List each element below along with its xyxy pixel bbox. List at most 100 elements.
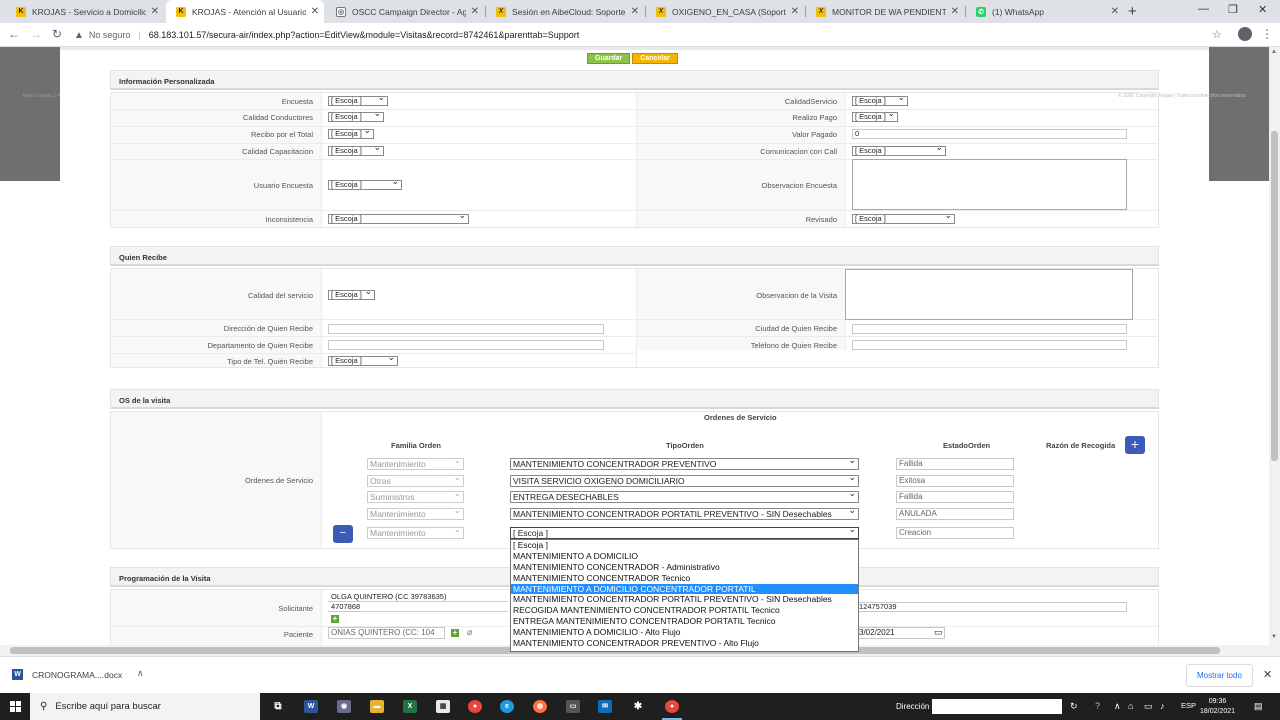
browser-tab[interactable]: K KROJAS - Servicio a Domicilio - ✕ <box>6 0 164 23</box>
familia-orden-select[interactable]: Otras <box>367 475 464 487</box>
browser-tab[interactable]: X MONITOR DE WA PENDIENTES ✕ <box>806 0 964 23</box>
estado-orden-field[interactable]: Fallida <box>896 458 1014 470</box>
firefox-icon[interactable]: ◍ <box>533 700 547 713</box>
revisado-select[interactable]: [ Escoja ] <box>852 214 955 224</box>
close-icon[interactable]: ✕ <box>1111 6 1119 17</box>
close-icon[interactable]: ✕ <box>151 6 159 17</box>
task-view-icon[interactable]: ⧉ <box>271 700 285 713</box>
familia-orden-select[interactable]: Mantenimiento <box>367 458 464 470</box>
windows-start-icon[interactable] <box>10 701 21 712</box>
close-icon[interactable]: ✕ <box>951 6 959 17</box>
save-button[interactable]: Guardar <box>587 53 631 64</box>
estado-orden-field[interactable]: Exitosa <box>896 475 1014 487</box>
vertical-scrollbar[interactable]: ▲ ▼ <box>1269 47 1280 656</box>
tipo-orden-select[interactable]: MANTENIMIENTO CONCENTRADOR PORTATIL PREV… <box>510 508 859 520</box>
paciente-input[interactable]: ONIAS QUINTERO (CC: 104 <box>328 627 445 639</box>
reload-icon[interactable]: ↻ <box>52 27 62 41</box>
tipo-orden-select-open[interactable]: [ Escoja ] <box>510 527 859 539</box>
dropdown-option[interactable]: MANTENIMIENTO CONCENTRADOR PREVENTIVO - … <box>511 638 858 649</box>
realizo-pago-select[interactable]: [ Escoja ] <box>852 112 898 122</box>
clear-paciente-icon[interactable]: ⌀ <box>467 627 472 638</box>
chevron-up-icon[interactable]: ∧ <box>137 668 144 679</box>
tipo-orden-select[interactable]: MANTENIMIENTO CONCENTRADOR PREVENTIVO <box>510 458 859 470</box>
usuario-encuesta-select[interactable]: [ Escoja ] <box>328 180 402 190</box>
calidad-conductores-select[interactable]: [ Escoja ] <box>328 112 384 122</box>
address-bar[interactable]: ▲ No seguro | 68.183.101.57/secura-air/i… <box>74 26 1204 44</box>
show-all-downloads-button[interactable]: Mostrar todo <box>1186 664 1253 687</box>
vertical-scroll-thumb[interactable] <box>1271 131 1278 461</box>
calidad-servicio-select[interactable]: [ Escoja ] <box>852 96 908 106</box>
tray-chevron-icon[interactable]: ∧ <box>1114 701 1121 712</box>
right-phone-field[interactable]: 124757039 <box>857 602 1127 612</box>
download-file-name[interactable]: CRONOGRAMA....docx <box>32 670 122 680</box>
restore-icon[interactable]: ❐ <box>1228 3 1238 16</box>
dropdown-option[interactable]: MANTENIMIENTO CONCENTRADOR PORTATIL PREV… <box>511 594 858 605</box>
taskbar-search[interactable]: ⚲ Escribe aquí para buscar <box>30 693 260 720</box>
excel-icon[interactable]: X <box>403 700 417 713</box>
inconsistencia-select[interactable]: [ Escoja ] <box>328 214 469 224</box>
battery-icon[interactable]: ▭ <box>1144 701 1153 712</box>
calidad-capacitacion-select[interactable]: [ Escoja ] <box>328 146 384 156</box>
minimize-icon[interactable]: — <box>1198 3 1209 15</box>
dropdown-option[interactable]: [ Escoja ] <box>511 540 858 551</box>
comunicacion-call-select[interactable]: [ Escoja ] <box>852 146 946 156</box>
browser-tab-active[interactable]: K KROJAS - Atención al Usuario - ✕ <box>166 0 324 23</box>
familia-orden-select[interactable]: Suministros <box>367 491 464 503</box>
scroll-up-icon[interactable]: ▲ <box>1271 49 1277 55</box>
close-icon[interactable]: ✕ <box>471 6 479 17</box>
forward-icon[interactable]: → <box>30 27 42 41</box>
window-close-icon[interactable]: ✕ <box>1258 3 1267 16</box>
familia-orden-select[interactable]: Mantenimiento <box>367 527 464 539</box>
direccion-input[interactable] <box>328 324 604 334</box>
close-icon[interactable]: ✕ <box>791 6 799 17</box>
back-icon[interactable]: ← <box>8 27 20 41</box>
tipo-tel-select[interactable]: [ Escoja ] <box>328 356 398 366</box>
browser-tab[interactable]: ✆ (1) WhatsApp ✕ <box>966 0 1124 23</box>
store-icon[interactable]: ▦ <box>436 700 450 713</box>
add-paciente-icon[interactable]: + <box>451 629 459 637</box>
encuesta-select[interactable]: [ Escoja ] <box>328 96 388 106</box>
close-download-bar-icon[interactable]: ✕ <box>1263 668 1272 681</box>
word-icon[interactable]: W <box>304 700 318 713</box>
account-avatar[interactable] <box>1238 27 1252 41</box>
dropdown-option-highlighted[interactable]: MANTENIMIENTO A DOMICILIO CONCENTRADOR P… <box>511 583 858 595</box>
observacion-encuesta-textarea[interactable] <box>852 159 1127 210</box>
browser-tab[interactable]: X Sesión en AibeCloud: Soporte di ✕ <box>486 0 644 23</box>
calidad-del-servicio-select[interactable]: [ Escoja ] <box>328 290 375 300</box>
tipo-orden-select[interactable]: ENTREGA DESECHABLES <box>510 491 859 503</box>
close-icon[interactable]: ✕ <box>311 6 319 17</box>
file-explorer-icon[interactable]: ▬ <box>370 700 384 713</box>
dropdown-option[interactable]: MANTENIMIENTO CONCENTRADOR Tecnico <box>511 573 858 584</box>
tipo-orden-select[interactable]: VISITA SERVICIO OXIGENO DOMICILIARIO <box>510 475 859 487</box>
chrome-icon[interactable]: ● <box>468 700 482 713</box>
familia-orden-select[interactable]: Mantenimiento <box>367 508 464 520</box>
scroll-down-icon[interactable]: ▼ <box>1271 634 1277 640</box>
notifications-icon[interactable]: ▤ <box>1254 701 1263 712</box>
add-solicitante-icon[interactable]: + <box>331 615 339 623</box>
new-tab-button[interactable]: + <box>1128 3 1137 20</box>
dropdown-option[interactable]: MANTENIMIENTO CONCENTRADOR - Administrat… <box>511 562 858 573</box>
fecha-input[interactable]: 3/02/2021 <box>857 627 945 639</box>
dropdown-option[interactable]: ENTREGA MANTENIMIENTO CONCENTRADOR PORTA… <box>511 616 858 627</box>
estado-orden-field[interactable]: Creacion <box>896 527 1014 539</box>
volume-icon[interactable]: ♪ <box>1160 701 1165 711</box>
app-icon[interactable]: ✱ <box>631 700 645 713</box>
taskbar-clock[interactable]: 09:36 18/02/2021 <box>1200 697 1235 717</box>
observacion-visita-textarea[interactable] <box>845 269 1133 320</box>
bookmark-star-icon[interactable]: ☆ <box>1212 28 1222 41</box>
menu-kebab-icon[interactable]: ⋮ <box>1261 27 1273 41</box>
estado-orden-field[interactable]: Fallida <box>896 491 1014 503</box>
language-indicator[interactable]: ESP <box>1181 701 1196 710</box>
app-icon[interactable]: ▭ <box>566 700 580 713</box>
network-icon[interactable]: ⌂ <box>1128 701 1133 711</box>
address-toolbar-input[interactable] <box>932 699 1062 714</box>
browser-tab[interactable]: X OXIGENO_EN_CASA (Soporte di ✕ <box>646 0 804 23</box>
estado-orden-field[interactable]: ANULADA <box>896 508 1014 520</box>
mail-icon[interactable]: ✉ <box>598 700 612 713</box>
dropdown-option[interactable]: RECOGIDA MANTENIMIENTO CONCENTRADOR PORT… <box>511 605 858 616</box>
calendar-icon[interactable]: ▭ <box>934 627 943 638</box>
add-order-button[interactable]: + <box>1125 436 1145 454</box>
camera-icon[interactable]: ◉ <box>337 700 351 713</box>
dropdown-option[interactable]: MANTENIMIENTO A DOMICILIO - Alto Flujo <box>511 627 858 638</box>
close-icon[interactable]: ✕ <box>631 6 639 17</box>
